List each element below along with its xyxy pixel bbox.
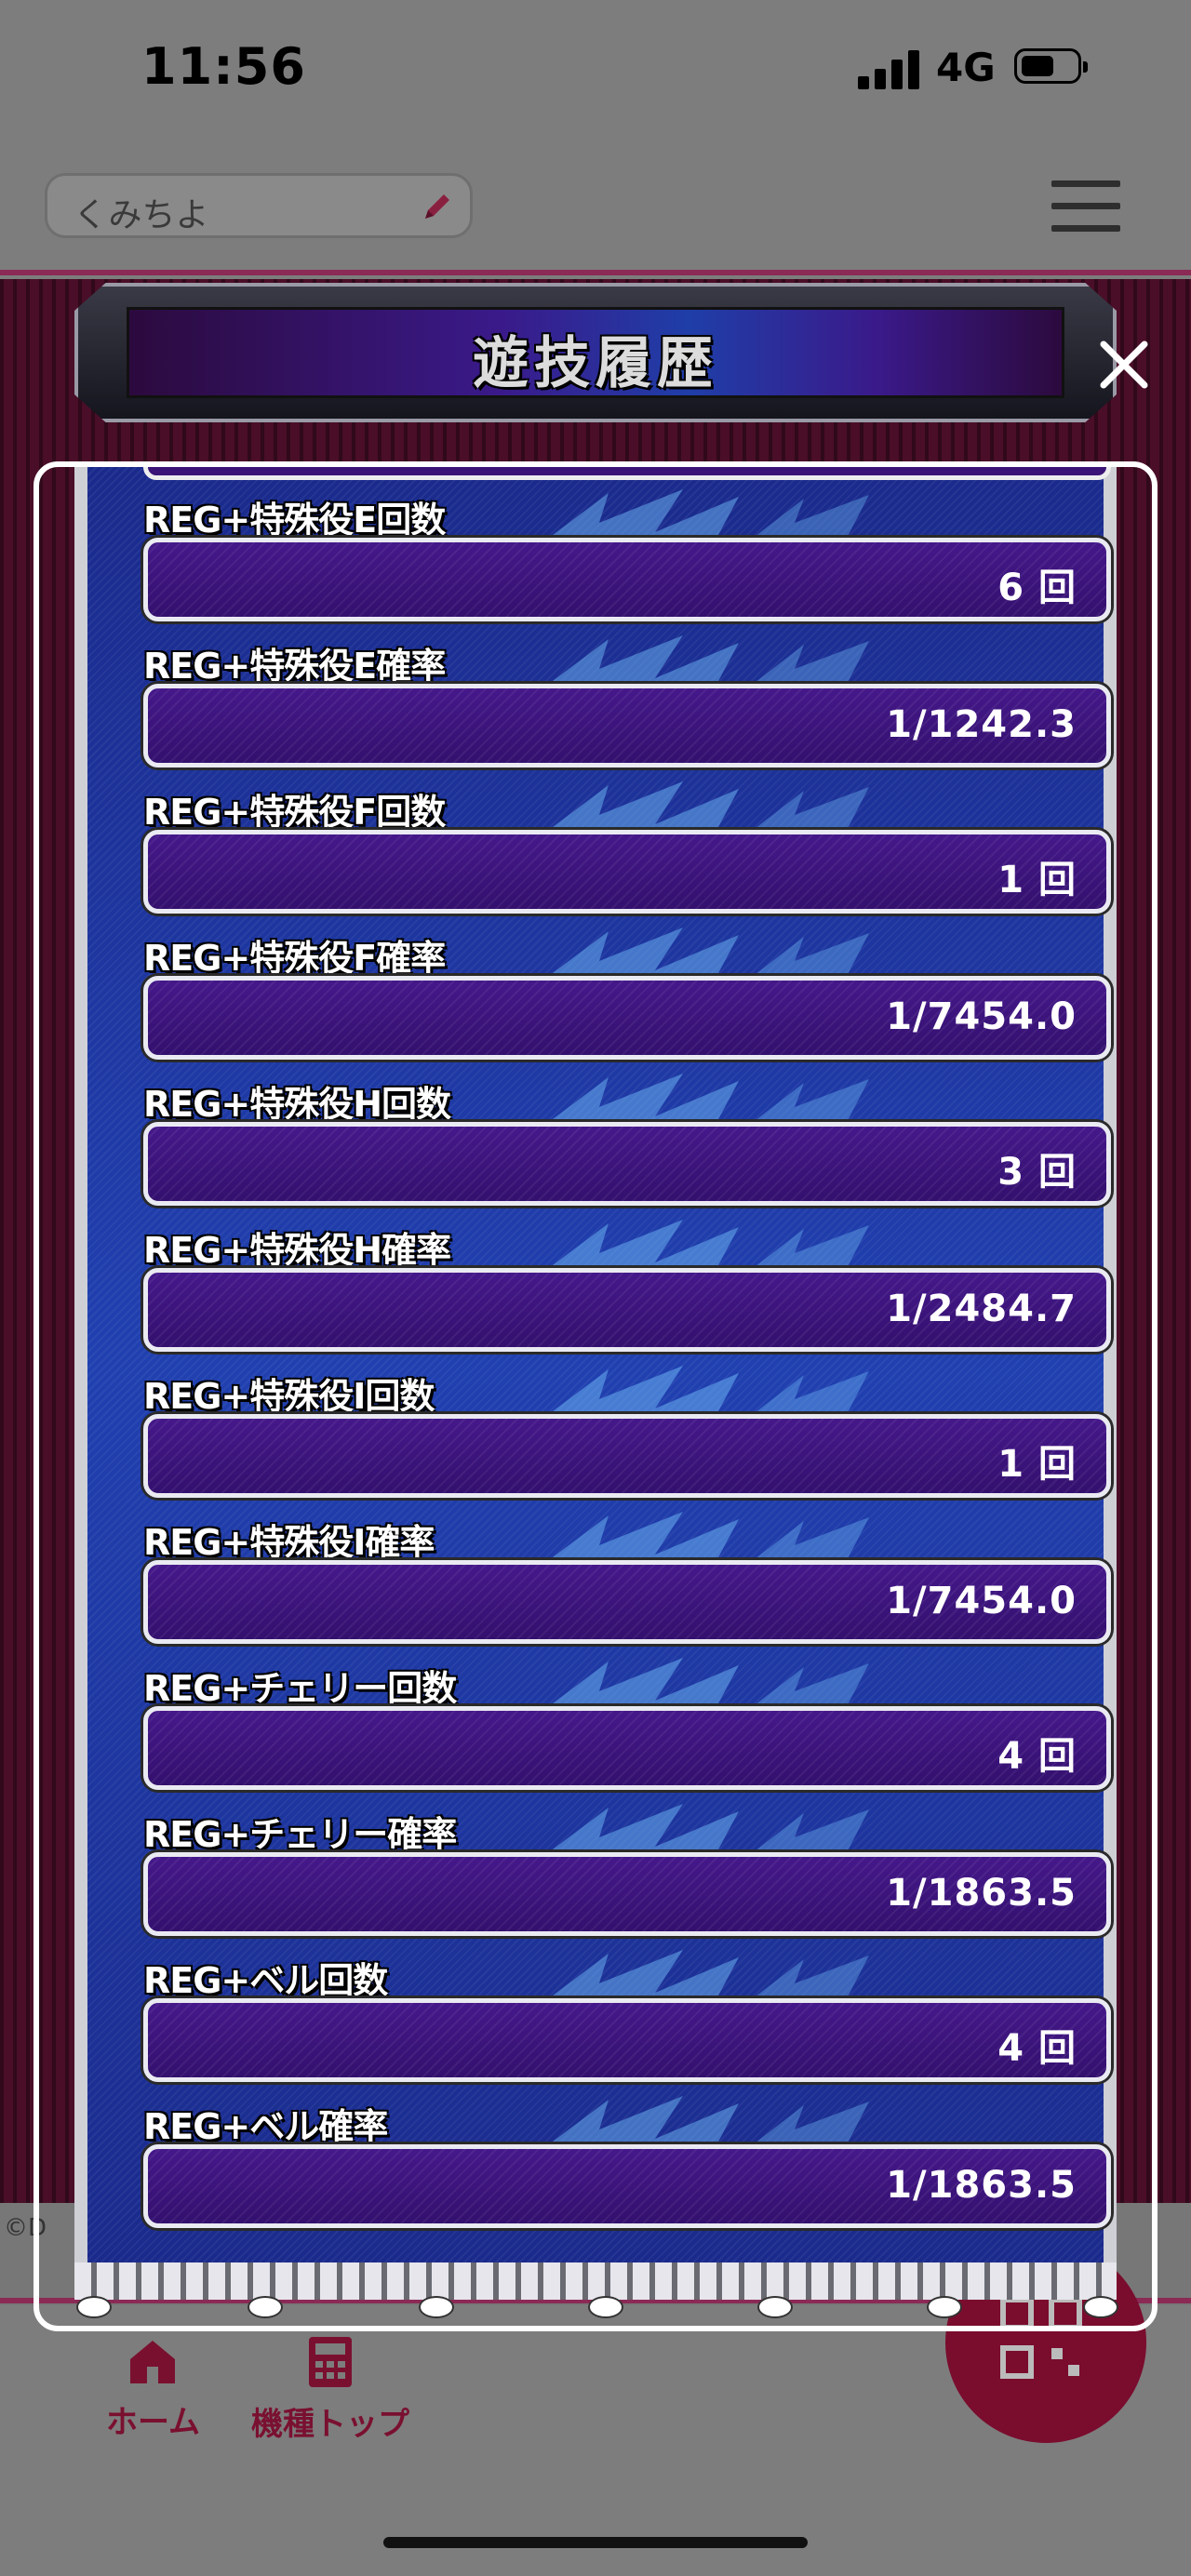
history-row: REG+特殊役F回数 1 回 [143, 778, 1111, 917]
history-row-label: REG+特殊役Ⅰ確率 [143, 1522, 435, 1563]
history-row-value: 3 回 [997, 1151, 1077, 1194]
status-time: 11:56 [141, 37, 306, 96]
previous-value-box [143, 467, 1111, 480]
history-row-label: REG+特殊役H確率 [143, 1230, 451, 1271]
history-row: REG+特殊役E確率 1/1242.3 [143, 632, 1111, 771]
history-row-value: 1/7454.0 [886, 995, 1077, 1038]
history-row: REG+特殊役Ⅰ確率 1/7454.0 [143, 1508, 1111, 1648]
history-row-value: 1/1863.5 [886, 1872, 1077, 1915]
history-row: REG+特殊役E回数 6 回 [143, 486, 1111, 625]
history-row-value: 4 回 [997, 2027, 1077, 2070]
history-row-label: REG+チェリー確率 [143, 1814, 457, 1855]
history-row-value: 1 回 [997, 859, 1077, 901]
home-indicator [383, 2537, 808, 2548]
modal-title: 遊技履歴 [473, 331, 718, 396]
history-value-box: 1 回 [143, 830, 1111, 914]
home-icon [130, 2341, 176, 2383]
history-row-value: 6 回 [997, 567, 1077, 609]
history-row: REG+チェリー回数 4 回 [143, 1654, 1111, 1794]
history-row: REG+特殊役Ⅰ回数 1 回 [143, 1362, 1111, 1502]
history-row-label: REG+特殊役E回数 [143, 500, 446, 541]
history-row-value: 1 回 [997, 1443, 1077, 1486]
history-value-box: 6 回 [143, 538, 1111, 621]
history-value-box: 1/2484.7 [143, 1268, 1111, 1352]
signal-icon [858, 48, 919, 89]
user-name-text: くみちよ [74, 196, 209, 234]
history-row-label: REG+特殊役E確率 [143, 646, 446, 687]
history-value-box: 1 回 [143, 1414, 1111, 1498]
network-type: 4G [936, 45, 996, 90]
history-row-value: 1/2484.7 [886, 1288, 1077, 1330]
pencil-icon[interactable] [420, 189, 455, 224]
history-row-value: 4 回 [997, 1735, 1077, 1778]
history-panel: REG+特殊役E回数 6 回 REG+特殊役E確率 1/1242.3 REG+特殊役F回… [74, 467, 1117, 2281]
history-row-value: 1/7454.0 [886, 1580, 1077, 1622]
history-value-box: 4 回 [143, 1706, 1111, 1790]
menu-icon[interactable] [1051, 180, 1120, 233]
history-row-label: REG+ベル回数 [143, 1960, 388, 2001]
nav-home[interactable]: ホーム [106, 2335, 200, 2442]
history-row: REG+ベル回数 4 回 [143, 1946, 1111, 2086]
close-icon[interactable] [1094, 335, 1154, 394]
history-value-box: 1/1242.3 [143, 684, 1111, 767]
nav-model-top-label: 機種トップ [251, 2406, 409, 2443]
history-row-label: REG+特殊役F確率 [143, 938, 446, 979]
history-row-value: 1/1242.3 [886, 703, 1077, 746]
history-row: REG+特殊役H回数 3 回 [143, 1070, 1111, 1209]
status-bar: 11:56 4G [0, 0, 1191, 149]
history-row-label: REG+チェリー回数 [143, 1668, 457, 1709]
modal-dialog[interactable]: REG+特殊役E回数 6 回 REG+特殊役E確率 1/1242.3 REG+特殊役F回… [33, 461, 1158, 2331]
history-row: REG+チェリー確率 1/1863.5 [143, 1800, 1111, 1940]
history-value-box: 1/7454.0 [143, 976, 1111, 1060]
history-value-box: 1/1863.5 [143, 2144, 1111, 2228]
history-row-value: 1/1863.5 [886, 2164, 1077, 2207]
history-value-box: 3 回 [143, 1122, 1111, 1206]
history-row-label: REG+特殊役H回数 [143, 1084, 451, 1125]
user-name-field[interactable]: くみちよ [45, 173, 473, 238]
history-value-box: 4 回 [143, 1998, 1111, 2082]
battery-icon [1014, 48, 1088, 84]
history-row: REG+特殊役F確率 1/7454.0 [143, 924, 1111, 1063]
history-row: REG+ベル確率 1/1863.5 [143, 2092, 1111, 2232]
modal-title-plate: 遊技履歴 [74, 283, 1117, 422]
nav-model-top[interactable]: 機種トップ [251, 2335, 409, 2444]
history-row-label: REG+特殊役F回数 [143, 792, 446, 833]
panel-dots [74, 2296, 1118, 2318]
history-row-label: REG+特殊役Ⅰ回数 [143, 1376, 435, 1417]
panel-chain-border [74, 2262, 1117, 2300]
history-value-box: 1/7454.0 [143, 1560, 1111, 1644]
header-divider [0, 270, 1191, 275]
history-row-label: REG+ベル確率 [143, 2106, 388, 2147]
calculator-icon [309, 2337, 352, 2387]
history-value-box: 1/1863.5 [143, 1852, 1111, 1936]
history-row: REG+特殊役H確率 1/2484.7 [143, 1216, 1111, 1355]
nav-home-label: ホーム [106, 2404, 200, 2441]
